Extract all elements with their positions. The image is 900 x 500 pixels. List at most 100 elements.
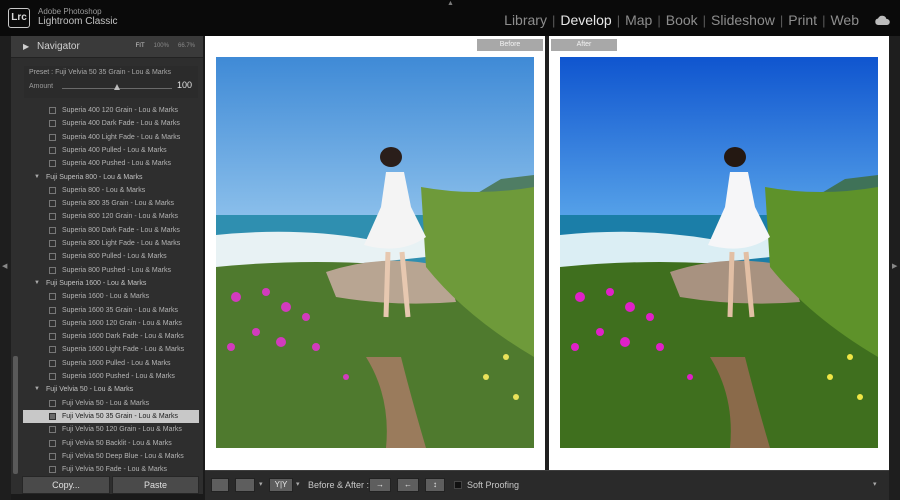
preset-icon — [49, 160, 56, 168]
preset-icon — [49, 133, 56, 141]
preset-item[interactable]: Superia 800 Light Fade - Lou & Marks — [23, 237, 199, 250]
preset-item[interactable]: Superia 400 120 Grain - Lou & Marks — [23, 104, 199, 117]
before-photo[interactable] — [216, 57, 534, 448]
preset-label: Superia 400 120 Grain - Lou & Marks — [62, 107, 178, 114]
preset-icon — [49, 412, 56, 420]
before-after-mode-button[interactable]: Y|Y — [269, 478, 293, 492]
hair — [724, 147, 746, 167]
preset-icon — [49, 120, 56, 128]
left-panel-toggle-icon[interactable]: ◀ — [2, 262, 7, 270]
preset-item[interactable]: Superia 800 Dark Fade - Lou & Marks — [23, 224, 199, 237]
folder-expand-icon[interactable]: ▼ — [34, 383, 40, 396]
copy-button[interactable]: Copy... — [22, 476, 110, 494]
toolbar-options-icon[interactable]: ▾ — [873, 480, 877, 488]
preset-item[interactable]: Superia 1600 Light Fade - Lou & Marks — [23, 343, 199, 356]
top-bar: ▲ Lrc Adobe Photoshop Lightroom Classic … — [0, 0, 900, 36]
before-label: Before — [477, 39, 543, 51]
navigator-expand-icon[interactable]: ▶ — [23, 42, 29, 51]
preset-item[interactable]: Fuji Velvia 50 35 Grain - Lou & Marks — [23, 409, 199, 424]
preset-item[interactable]: Superia 800 35 Grain - Lou & Marks — [23, 197, 199, 210]
presets-scrollbar[interactable] — [13, 356, 18, 474]
right-panel-edge[interactable]: ▶ — [889, 36, 900, 500]
swap-before-after-button[interactable]: ↕ — [425, 478, 445, 492]
preset-folder[interactable]: ▼ Fuji Superia 800 - Lou & Marks — [23, 171, 199, 184]
preset-item[interactable]: Fuji Velvia 50 Backlit - Lou & Marks — [23, 437, 199, 450]
preset-item[interactable]: Fuji Velvia 50 Fade - Lou & Marks — [23, 463, 199, 474]
paste-button[interactable]: Paste — [112, 476, 199, 494]
preset-folder[interactable]: ▼ Fuji Superia 1600 - Lou & Marks — [23, 277, 199, 290]
split-divider — [545, 36, 549, 470]
cloud-sync-icon[interactable] — [874, 14, 890, 26]
module-print[interactable]: Print — [783, 12, 822, 28]
preset-item[interactable]: Superia 800 - Lou & Marks — [23, 184, 199, 197]
reference-view-button[interactable] — [235, 478, 255, 492]
module-book[interactable]: Book — [661, 12, 703, 28]
preset-item[interactable]: Fuji Velvia 50 120 Grain - Lou & Marks — [23, 423, 199, 436]
preset-icon — [49, 266, 56, 274]
module-web[interactable]: Web — [825, 12, 864, 28]
preset-icon — [49, 253, 56, 261]
module-library[interactable]: Library — [499, 12, 552, 28]
preset-label: Superia 1600 Pushed - Lou & Marks — [62, 373, 175, 380]
preset-item[interactable]: Superia 800 Pushed - Lou & Marks — [23, 264, 199, 277]
preset-label: Superia 1600 - Lou & Marks — [62, 293, 150, 301]
copy-after-to-before-button[interactable]: ← — [397, 478, 419, 492]
folder-expand-icon[interactable]: ▼ — [34, 277, 40, 290]
preset-icon — [49, 293, 56, 301]
preset-item[interactable]: Superia 1600 Pulled - Lou & Marks — [23, 357, 199, 370]
preset-item[interactable]: Fuji Velvia 50 - Lou & Marks — [23, 397, 199, 410]
preset-label: Superia 400 Pushed - Lou & Marks — [62, 160, 171, 168]
preset-icon — [49, 452, 56, 460]
preset-item[interactable]: Superia 800 120 Grain - Lou & Marks — [23, 210, 199, 223]
preset-item[interactable]: Superia 1600 Pushed - Lou & Marks — [23, 370, 199, 383]
zoom-fit[interactable]: FIT — [136, 43, 145, 49]
preset-amount-box: Preset : Fuji Velvia 50 35 Grain - Lou &… — [24, 66, 198, 98]
preset-item[interactable]: Superia 400 Pushed - Lou & Marks — [23, 157, 199, 170]
amount-value[interactable]: 100 — [177, 80, 192, 90]
preset-item[interactable]: Superia 1600 35 Grain - Lou & Marks — [23, 304, 199, 317]
left-panel-edge[interactable]: ◀ — [0, 36, 11, 500]
preset-label: Superia 1600 Light Fade - Lou & Marks — [62, 346, 185, 354]
preset-label: Fuji Velvia 50 120 Grain - Lou & Marks — [62, 426, 182, 434]
loupe-view-button[interactable] — [211, 478, 229, 492]
copy-before-to-after-button[interactable]: → — [369, 478, 391, 492]
preset-label: Superia 800 Light Fade - Lou & Marks — [62, 240, 181, 247]
preset-item[interactable]: Superia 400 Pulled - Lou & Marks — [23, 144, 199, 157]
module-map[interactable]: Map — [620, 12, 657, 28]
before-after-dropdown-icon[interactable]: ▾ — [296, 480, 300, 488]
navigator-header[interactable]: ▶ Navigator FIT 100% 66.7% — [11, 36, 203, 58]
view-mode-dropdown-icon[interactable]: ▾ — [259, 480, 263, 488]
module-slideshow[interactable]: Slideshow — [706, 12, 780, 28]
top-panel-toggle-icon[interactable]: ▲ — [447, 0, 454, 7]
preset-item[interactable]: Superia 1600 - Lou & Marks — [23, 290, 199, 303]
preset-label: Superia 1600 Pulled - Lou & Marks — [62, 359, 171, 367]
preset-item[interactable]: Superia 400 Light Fade - Lou & Marks — [23, 131, 199, 144]
after-photo[interactable] — [560, 57, 878, 448]
preset-icon — [49, 333, 56, 341]
bottom-toolbar: ▾ Y|Y ▾ Before & After : → ← ↕ Soft Proo… — [205, 470, 889, 500]
preset-icon — [49, 240, 56, 247]
preset-item[interactable]: Superia 1600 120 Grain - Lou & Marks — [23, 317, 199, 330]
preset-label: Fuji Velvia 50 Fade - Lou & Marks — [62, 466, 168, 474]
zoom-100[interactable]: 100% — [154, 43, 169, 49]
preset-label: Superia 1600 Dark Fade - Lou & Marks — [62, 333, 184, 341]
preset-folder[interactable]: ▼ Fuji Velvia 50 - Lou & Marks — [23, 383, 199, 396]
preset-item[interactable]: Fuji Velvia 50 Deep Blue - Lou & Marks — [23, 450, 199, 463]
preset-icon — [49, 200, 56, 208]
zoom-66[interactable]: 66.7% — [178, 43, 195, 49]
preset-icon — [49, 319, 56, 327]
preset-item[interactable]: Superia 1600 Dark Fade - Lou & Marks — [23, 330, 199, 343]
preset-item[interactable]: Superia 800 Pulled - Lou & Marks — [23, 250, 199, 263]
soft-proofing-checkbox[interactable] — [454, 481, 462, 489]
preset-item[interactable]: Superia 400 Dark Fade - Lou & Marks — [23, 117, 199, 130]
module-develop[interactable]: Develop — [555, 12, 616, 28]
preset-label: Fuji Superia 800 - Lou & Marks — [46, 173, 143, 181]
preset-icon — [49, 359, 56, 367]
navigator-title: Navigator — [37, 41, 80, 52]
preset-label: Fuji Superia 1600 - Lou & Marks — [46, 279, 147, 287]
folder-expand-icon[interactable]: ▼ — [34, 171, 40, 184]
right-panel-toggle-icon[interactable]: ▶ — [892, 262, 897, 270]
amount-slider-thumb[interactable] — [114, 84, 120, 90]
preset-label: Fuji Velvia 50 Deep Blue - Lou & Marks — [62, 452, 184, 460]
preset-label: Superia 400 Dark Fade - Lou & Marks — [62, 120, 180, 128]
